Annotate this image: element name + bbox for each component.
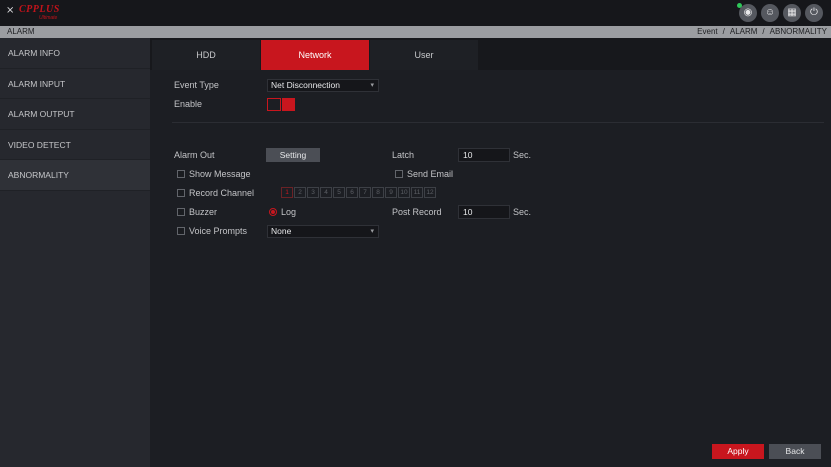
channel-box[interactable]: 2	[294, 187, 306, 198]
channel-box[interactable]: 7	[359, 187, 371, 198]
send-email-checkbox[interactable]	[395, 170, 403, 178]
channel-box[interactable]: 6	[346, 187, 358, 198]
show-message-label: Show Message	[189, 169, 251, 179]
tab-hdd[interactable]: HDD	[152, 40, 260, 70]
layout-icon[interactable]: ▦	[783, 4, 801, 22]
tab-bar: HDD Network User	[150, 38, 831, 70]
alarm-out-setting-button[interactable]: Setting	[266, 148, 320, 162]
channel-box[interactable]: 4	[320, 187, 332, 198]
status-dot	[737, 3, 742, 8]
chevron-down-icon: ▾	[370, 82, 374, 89]
sidebar-item-video-detect[interactable]: VIDEO DETECT	[0, 130, 150, 160]
channel-box[interactable]: 10	[398, 187, 410, 198]
sidebar-item-abnormality[interactable]: ABNORMALITY	[0, 160, 150, 191]
record-channel-list: 1 2 3 4 5 6 7 8 9 10 11 12	[281, 187, 436, 198]
section-divider	[172, 122, 824, 123]
channel-box[interactable]: 5	[333, 187, 345, 198]
channel-box[interactable]: 3	[307, 187, 319, 198]
latch-input[interactable]: 10	[458, 148, 510, 162]
page-title: ALARM	[7, 27, 35, 36]
breadcrumb-item-abnormality: ABNORMALITY	[769, 27, 827, 36]
buzzer-label: Buzzer	[189, 207, 218, 217]
log-label: Log	[281, 207, 297, 217]
chevron-down-icon: ▾	[370, 228, 374, 235]
brand-name: CPPLUS	[19, 4, 60, 15]
toggle-off-part	[267, 98, 281, 111]
latch-label: Latch	[392, 150, 415, 160]
channel-box[interactable]: 11	[411, 187, 423, 198]
voice-prompts-select[interactable]: None ▾	[267, 225, 379, 238]
user-icon[interactable]: ☺	[761, 4, 779, 22]
eye-icon[interactable]: ◉	[737, 3, 757, 22]
latch-unit: Sec.	[513, 150, 532, 160]
breadcrumb-separator: /	[762, 27, 765, 36]
channel-box[interactable]: 9	[385, 187, 397, 198]
record-channel-checkbox[interactable]	[177, 189, 185, 197]
record-channel-label: Record Channel	[189, 188, 255, 198]
main-panel: HDD Network User Event Type Net Disconne…	[150, 38, 831, 467]
event-type-select[interactable]: Net Disconnection ▾	[267, 79, 379, 92]
power-icon[interactable]: ⏻	[805, 4, 823, 22]
enable-toggle[interactable]	[267, 98, 295, 111]
sidebar-item-alarm-input[interactable]: ALARM INPUT	[0, 69, 150, 99]
logo-mark-icon: ⨯	[6, 5, 15, 16]
post-record-label: Post Record	[392, 207, 442, 217]
send-email-label: Send Email	[407, 169, 454, 179]
brand-sub: Ultimate	[39, 15, 58, 21]
tab-user[interactable]: User	[370, 40, 478, 70]
sidebar-item-alarm-output[interactable]: ALARM OUTPUT	[0, 99, 150, 130]
brand-logo: ⨯ CPPLUS Ultimate	[6, 4, 62, 22]
toggle-on-part	[282, 98, 295, 111]
channel-box[interactable]: 8	[372, 187, 384, 198]
breadcrumb-item-alarm[interactable]: ALARM	[730, 26, 758, 38]
post-record-input[interactable]: 10	[458, 205, 510, 219]
breadcrumb-item-event[interactable]: Event	[697, 26, 717, 38]
back-button[interactable]: Back	[769, 444, 821, 459]
top-bar: ⨯ CPPLUS Ultimate ◉ ☺ ▦ ⏻	[0, 0, 831, 26]
event-type-value: Net Disconnection	[271, 80, 340, 90]
log-checkbox[interactable]	[269, 208, 277, 216]
post-record-unit: Sec.	[513, 207, 532, 217]
voice-prompts-checkbox[interactable]	[177, 227, 185, 235]
channel-box[interactable]: 12	[424, 187, 436, 198]
apply-button[interactable]: Apply	[712, 444, 764, 459]
sidebar: ALARM INFO ALARM INPUT ALARM OUTPUT VIDE…	[0, 38, 150, 467]
show-message-checkbox[interactable]	[177, 170, 185, 178]
sidebar-item-alarm-info[interactable]: ALARM INFO	[0, 38, 150, 69]
buzzer-checkbox[interactable]	[177, 208, 185, 216]
breadcrumb-separator: /	[722, 27, 725, 36]
channel-box[interactable]: 1	[281, 187, 293, 198]
alarm-out-label: Alarm Out	[174, 150, 215, 160]
top-icons: ◉ ☺ ▦ ⏻	[737, 3, 823, 22]
breadcrumb: Event / ALARM / ABNORMALITY	[697, 26, 827, 38]
enable-label: Enable	[174, 99, 203, 109]
tab-network[interactable]: Network	[261, 40, 369, 70]
voice-prompts-value: None	[271, 226, 292, 236]
title-bar: ALARM Event / ALARM / ABNORMALITY	[0, 26, 831, 38]
voice-prompts-label: Voice Prompts	[189, 226, 248, 236]
event-type-label: Event Type	[174, 80, 219, 90]
